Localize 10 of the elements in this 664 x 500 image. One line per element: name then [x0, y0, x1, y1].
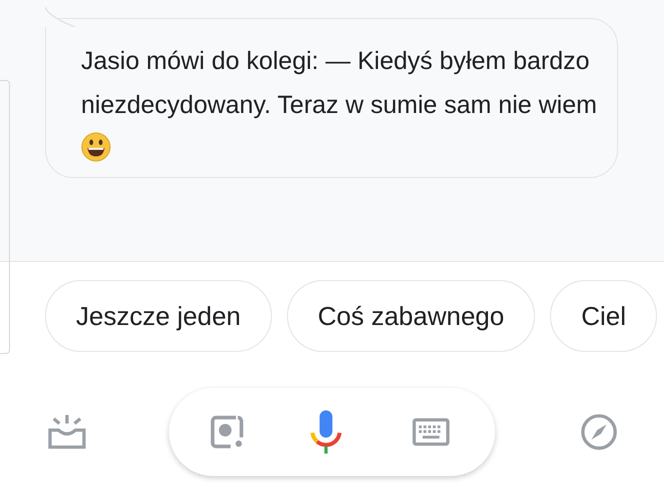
microphone-icon[interactable]: [310, 409, 342, 455]
lens-icon[interactable]: [209, 414, 245, 450]
tray-icon[interactable]: [48, 415, 86, 449]
suggestion-chip[interactable]: Jeszcze jeden: [45, 280, 272, 352]
suggestion-chip[interactable]: Ciel: [550, 280, 658, 352]
message-text: Jasio mówi do kolegi: — Kiedyś byłem bardzo niezdecydowany. Teraz w sumie sam nie wiem: [81, 39, 597, 171]
compass-icon[interactable]: [580, 413, 618, 451]
grinning-face-icon: [81, 132, 111, 162]
keyboard-icon[interactable]: [412, 418, 450, 446]
suggestion-chip[interactable]: Coś zabawnego: [286, 280, 536, 352]
